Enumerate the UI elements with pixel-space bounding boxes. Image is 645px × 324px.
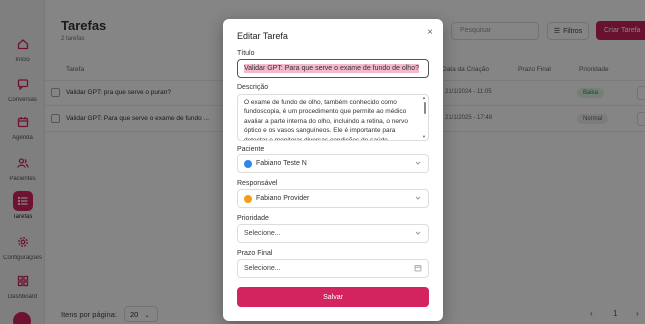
responsible-avatar-icon (244, 194, 252, 203)
edit-task-modal: Editar Tarefa × Título Validar GPT: Para… (223, 19, 443, 321)
description-textarea[interactable]: O exame de fundo de olho, também conheci… (237, 94, 429, 141)
chevron-down-icon (415, 231, 421, 235)
description-scrollbar[interactable]: ▲ ▼ (422, 95, 428, 140)
title-value: Validar GPT: Para que serve o exame de f… (244, 64, 419, 73)
patient-value: Fabiano Teste N (256, 160, 307, 167)
scroll-up-icon[interactable]: ▲ (422, 95, 426, 100)
title-input[interactable]: Validar GPT: Para que serve o exame de f… (237, 59, 429, 78)
save-button[interactable]: Salvar (237, 287, 429, 307)
close-icon[interactable]: × (427, 27, 433, 38)
due-date-placeholder: Selecione... (244, 265, 281, 272)
chevron-down-icon (415, 161, 421, 165)
priority-placeholder: Selecione... (244, 230, 281, 237)
patient-label: Paciente (237, 146, 265, 153)
modal-title: Editar Tarefa (237, 31, 288, 41)
calendar-icon[interactable] (414, 264, 422, 272)
due-date-input[interactable]: Selecione... (237, 259, 429, 278)
patient-avatar-icon (244, 159, 252, 168)
title-label: Título (237, 50, 255, 57)
chevron-down-icon (415, 196, 421, 200)
scroll-thumb[interactable] (424, 102, 426, 114)
responsible-label: Responsável (237, 180, 278, 187)
priority-select[interactable]: Selecione... (237, 224, 429, 243)
description-label: Descrição (237, 84, 269, 91)
responsible-select[interactable]: Fabiano Provider (237, 189, 429, 208)
due-date-label: Prazo Final (237, 250, 273, 257)
priority-label: Prioridade (237, 215, 269, 222)
scroll-down-icon[interactable]: ▼ (422, 134, 426, 139)
patient-select[interactable]: Fabiano Teste N (237, 154, 429, 173)
responsible-value: Fabiano Provider (256, 195, 310, 202)
